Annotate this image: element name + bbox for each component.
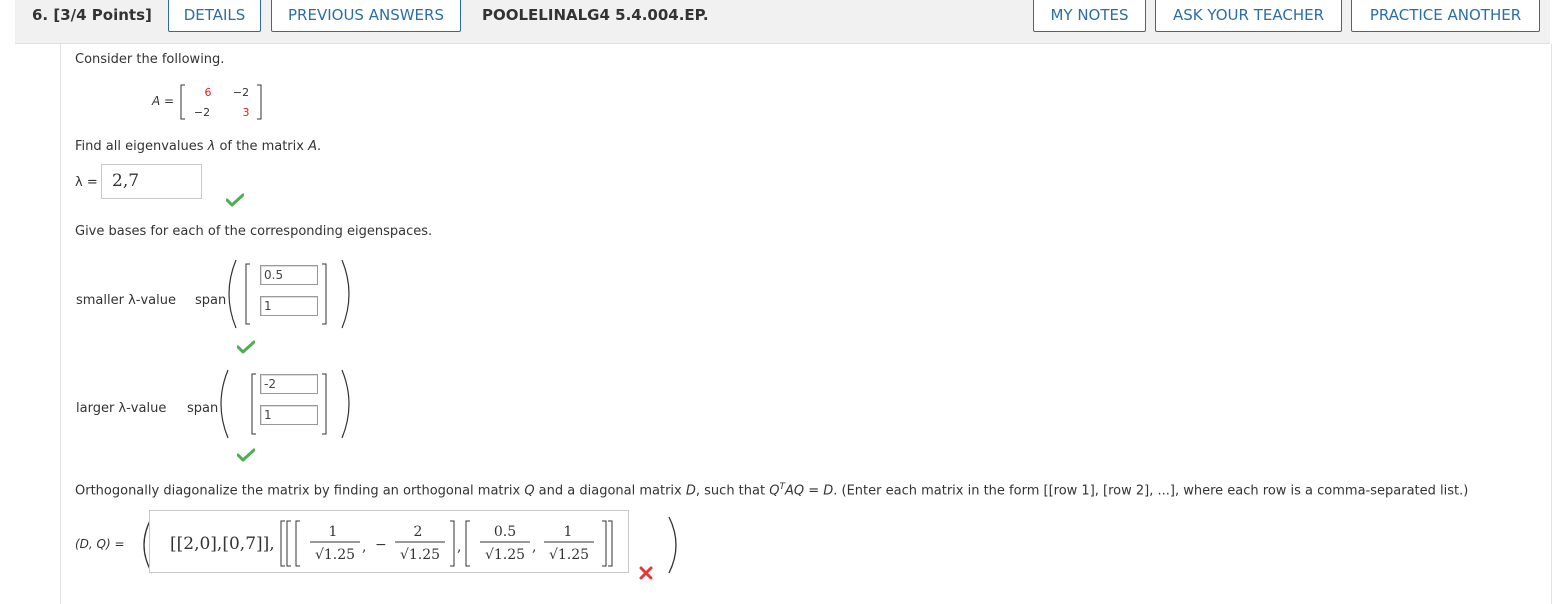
q-12-den: √1.25: [400, 547, 440, 563]
matrix-a-22: 3: [243, 106, 250, 119]
problem-id: POOLELINALG4 5.4.004.EP.: [482, 6, 709, 24]
details-button[interactable]: DETAILS: [168, 0, 261, 32]
question-number: 6.: [32, 6, 49, 24]
question-points: [3/4 Points]: [53, 6, 152, 24]
ask-your-teacher-button[interactable]: ASK YOUR TEACHER: [1155, 0, 1342, 32]
q-22-den: √1.25: [549, 547, 589, 563]
previous-answers-button[interactable]: PREVIOUS ANSWERS: [271, 0, 461, 32]
larger-vector-entry-2[interactable]: 1: [260, 405, 318, 425]
svg-text:,: ,: [457, 539, 461, 555]
dq-right-paren: [668, 516, 677, 574]
smaller-vector-entry-2[interactable]: 1: [260, 296, 318, 316]
question-header: 6. [3/4 Points] DETAILS PREVIOUS ANSWERS…: [15, 0, 1550, 44]
smaller-lambda-label: smaller λ-value: [76, 293, 176, 308]
right-bracket: [322, 373, 327, 435]
dq-answer-box[interactable]: [[2,0],[0,7]], 1 √1.25 , − 2 √1.25 , 0.5…: [149, 510, 629, 573]
matrix-a: 6 −2 −2 3: [180, 84, 262, 120]
bases-prompt: Give bases for each of the corresponding…: [75, 224, 433, 239]
incorrect-x-icon: [639, 566, 653, 580]
correct-check-icon: [237, 448, 255, 462]
dq-label: (D, Q) =: [75, 537, 125, 551]
right-bracket: [322, 263, 327, 325]
larger-vector-entry-1[interactable]: -2: [260, 374, 318, 394]
question-title: 6. [3/4 Points]: [32, 6, 152, 24]
my-notes-button[interactable]: MY NOTES: [1033, 0, 1146, 32]
left-paren: [220, 369, 229, 439]
left-bracket: [180, 84, 185, 120]
q-12-num: 2: [414, 524, 423, 540]
q-21-den: √1.25: [485, 547, 525, 563]
q-22-num: 1: [564, 524, 573, 540]
diagonalize-prompt: Orthogonally diagonalize the matrix by f…: [75, 482, 1469, 499]
problem-intro: Consider the following.: [75, 52, 225, 67]
eigen-prompt: Find all eigenvalues λ of the matrix A.: [75, 139, 322, 154]
svg-text:,: ,: [362, 539, 366, 555]
matrix-a-11: 6: [205, 86, 212, 99]
svg-text:−: −: [375, 537, 387, 553]
correct-check-icon: [226, 193, 244, 207]
left-bracket: [245, 263, 250, 325]
correct-check-icon: [237, 340, 255, 354]
lambda-equals-label: λ =: [75, 175, 98, 190]
matrix-label: A =: [152, 94, 175, 108]
left-bracket: [251, 373, 256, 435]
dq-rendered-math: [[2,0],[0,7]], 1 √1.25 , − 2 √1.25 , 0.5…: [170, 520, 613, 567]
eigenvalues-answer[interactable]: 2,7: [101, 164, 202, 199]
smaller-vector-entry-1[interactable]: 0.5: [260, 265, 318, 285]
right-bracket: [257, 84, 262, 120]
right-paren: [341, 369, 350, 439]
d-matrix-text: [[2,0],[0,7]],: [170, 534, 275, 554]
q-11-den: √1.25: [315, 547, 355, 563]
right-paren: [341, 259, 350, 329]
practice-another-button[interactable]: PRACTICE ANOTHER: [1351, 0, 1540, 32]
left-paren: [228, 259, 237, 329]
matrix-a-12: −2: [233, 86, 249, 99]
q-11-num: 1: [329, 524, 338, 540]
q-21-num: 0.5: [494, 524, 516, 540]
matrix-a-21: −2: [194, 106, 210, 119]
svg-text:,: ,: [532, 539, 536, 555]
larger-lambda-label: larger λ-value: [76, 401, 167, 416]
